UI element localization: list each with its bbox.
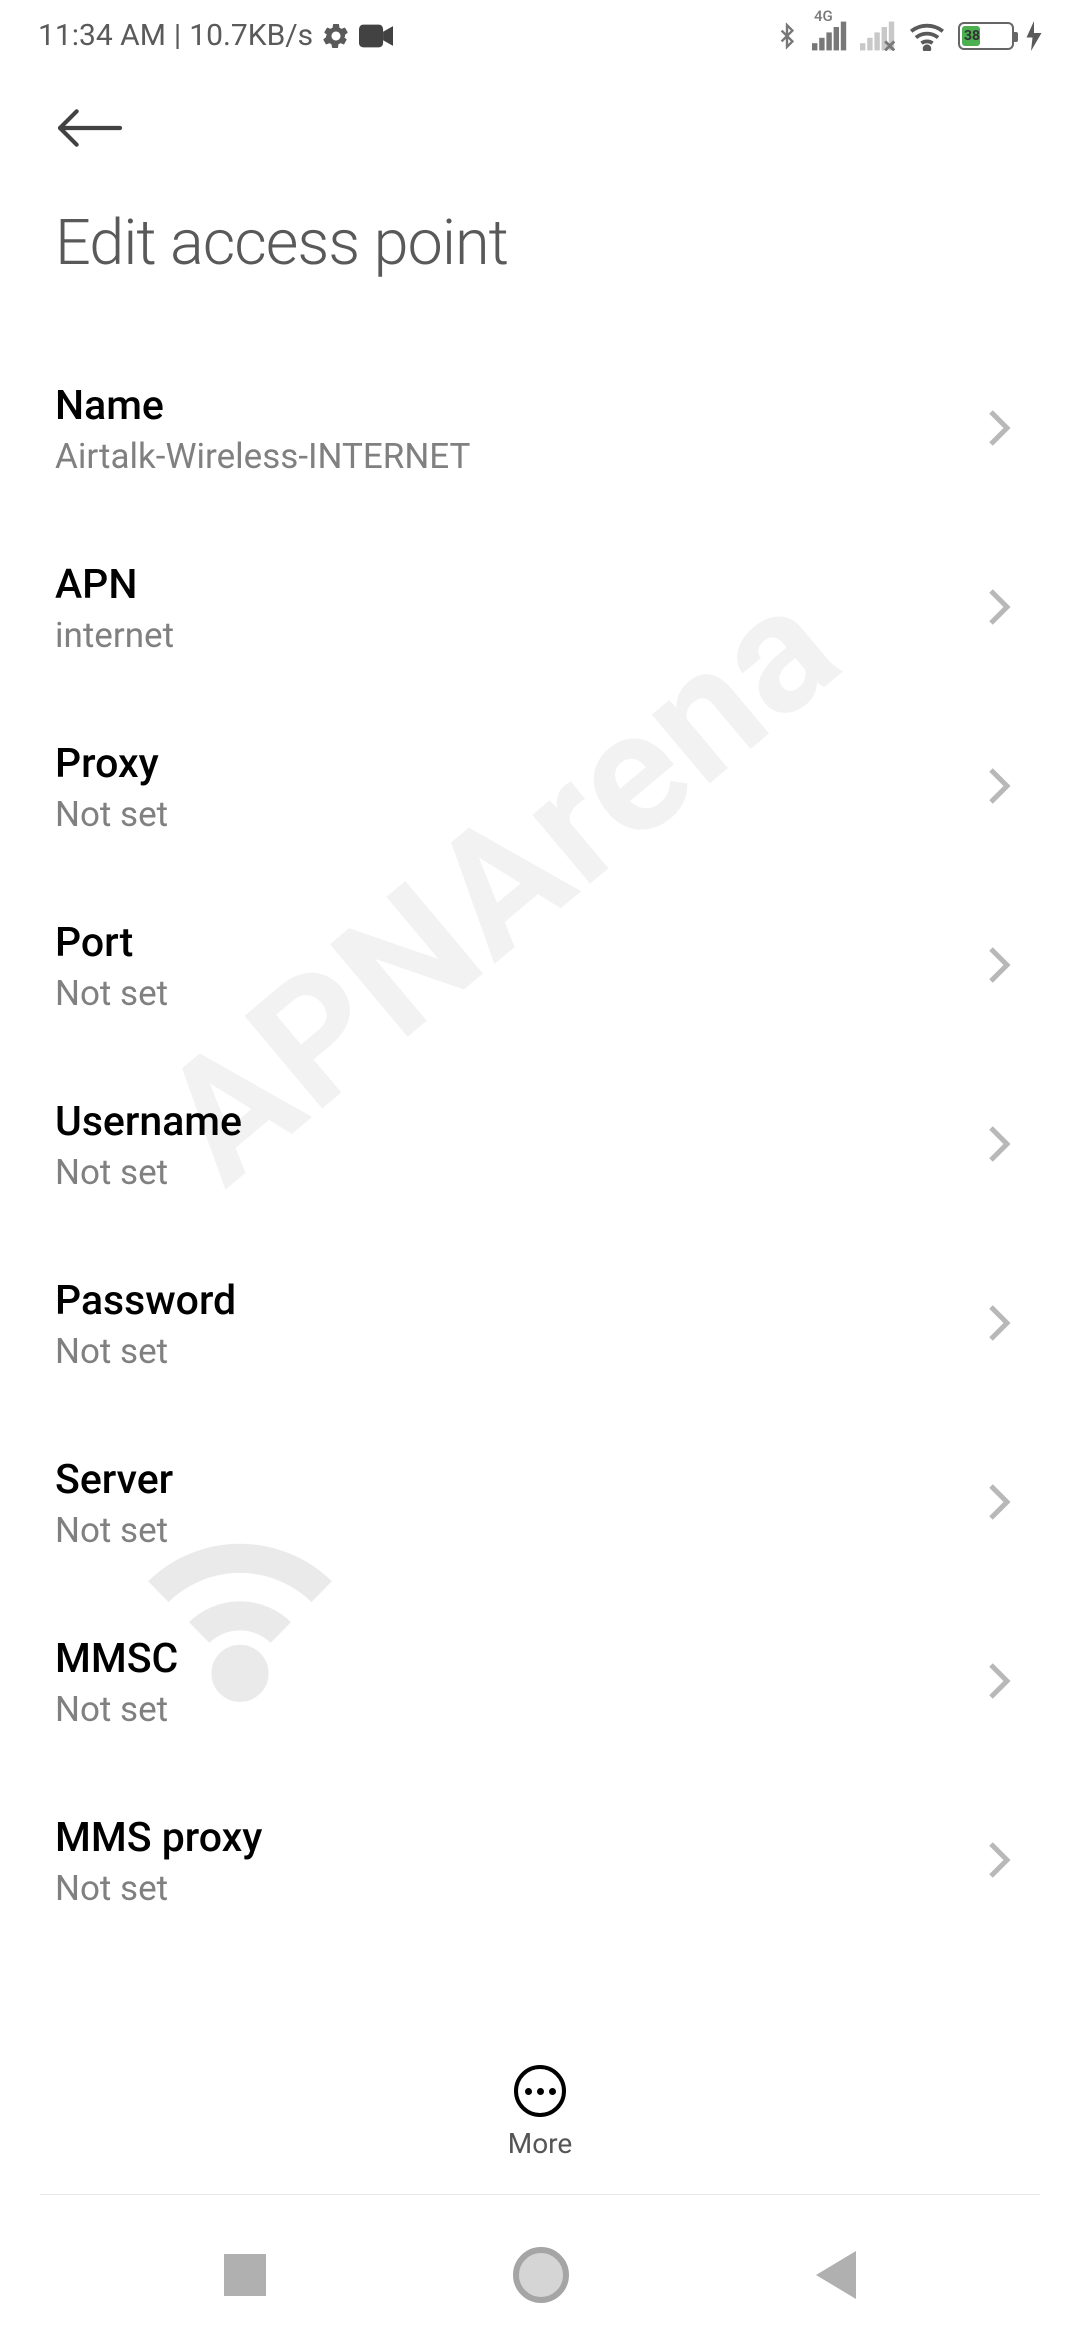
setting-value: Not set	[55, 794, 168, 835]
setting-label: Password	[55, 1277, 236, 1325]
setting-value: Not set	[55, 973, 168, 1014]
status-left: 11:34 AM | 10.7KB/s	[38, 18, 393, 53]
setting-label: Name	[55, 382, 470, 430]
setting-value: Not set	[55, 1689, 178, 1730]
more-label: More	[508, 2127, 573, 2160]
status-time: 11:34 AM	[38, 18, 166, 53]
setting-item-username[interactable]: Username Not set	[55, 1056, 1025, 1235]
setting-label: Port	[55, 919, 168, 967]
chevron-right-icon	[986, 1482, 1012, 1526]
setting-item-mms-proxy[interactable]: MMS proxy Not set	[55, 1772, 1025, 1951]
more-button[interactable]: More	[0, 2065, 1080, 2160]
chevron-right-icon	[986, 1303, 1012, 1347]
setting-value: Not set	[55, 1510, 173, 1551]
setting-label: Username	[55, 1098, 242, 1146]
nav-recent-button[interactable]	[224, 2254, 266, 2296]
setting-item-server[interactable]: Server Not set	[55, 1414, 1025, 1593]
chevron-right-icon	[986, 1840, 1012, 1884]
chevron-right-icon	[986, 587, 1012, 631]
chevron-right-icon	[986, 408, 1012, 452]
videocam-icon	[359, 23, 393, 49]
settings-list: Name Airtalk-Wireless-INTERNET APN inter…	[0, 340, 1080, 1951]
nav-home-button[interactable]	[513, 2247, 569, 2303]
setting-label: Server	[55, 1456, 173, 1504]
setting-item-port[interactable]: Port Not set	[55, 877, 1025, 1056]
signal-empty-icon	[860, 21, 896, 51]
chevron-right-icon	[986, 1661, 1012, 1705]
page-title: Edit access point	[0, 152, 1080, 340]
setting-value: Not set	[55, 1152, 242, 1193]
divider	[40, 2194, 1040, 2195]
chevron-right-icon	[986, 945, 1012, 989]
nav-bar	[0, 2210, 1080, 2340]
setting-item-name[interactable]: Name Airtalk-Wireless-INTERNET	[55, 340, 1025, 519]
setting-item-proxy[interactable]: Proxy Not set	[55, 698, 1025, 877]
setting-item-password[interactable]: Password Not set	[55, 1235, 1025, 1414]
status-bar: 11:34 AM | 10.7KB/s 4G 38	[0, 0, 1080, 63]
chevron-right-icon	[986, 766, 1012, 810]
bluetooth-icon	[774, 19, 800, 53]
setting-item-apn[interactable]: APN internet	[55, 519, 1025, 698]
setting-value: Not set	[55, 1868, 262, 1909]
charging-icon	[1026, 21, 1042, 51]
wifi-icon	[908, 21, 946, 51]
setting-label: MMSC	[55, 1635, 178, 1683]
gear-icon	[321, 21, 351, 51]
setting-value: Not set	[55, 1331, 236, 1372]
chevron-right-icon	[986, 1124, 1012, 1168]
setting-item-mmsc[interactable]: MMSC Not set	[55, 1593, 1025, 1772]
signal-4g-icon: 4G	[812, 21, 848, 51]
setting-value: Airtalk-Wireless-INTERNET	[55, 436, 470, 477]
status-right: 4G 38	[774, 19, 1042, 53]
setting-label: Proxy	[55, 740, 168, 788]
setting-label: APN	[55, 561, 174, 609]
back-arrow-icon	[55, 108, 125, 148]
setting-label: MMS proxy	[55, 1814, 262, 1862]
setting-value: internet	[55, 615, 174, 656]
back-button[interactable]	[0, 63, 1080, 152]
status-separator: |	[174, 18, 181, 53]
nav-back-button[interactable]	[816, 2251, 856, 2299]
battery-icon: 38	[958, 22, 1014, 50]
status-network-speed: 10.7KB/s	[189, 18, 313, 53]
more-icon	[514, 2065, 566, 2117]
